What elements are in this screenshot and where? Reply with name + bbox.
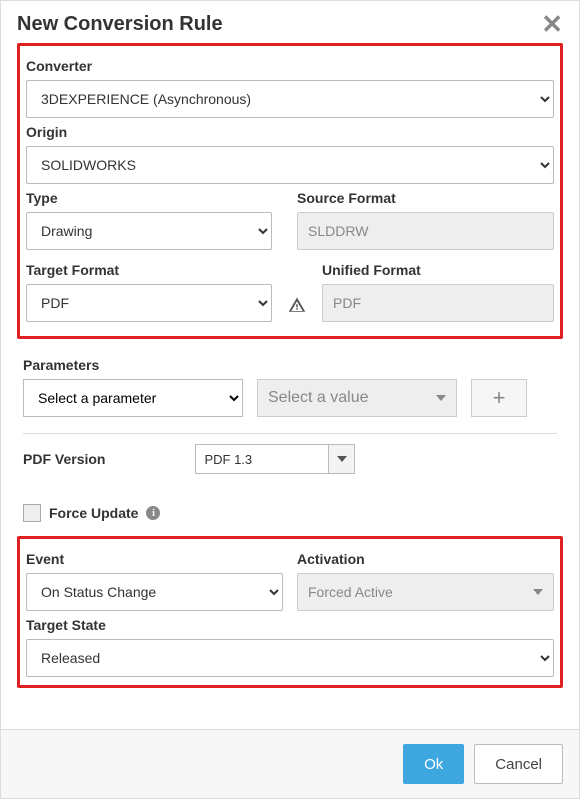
origin-select[interactable]: SOLIDWORKS: [26, 146, 554, 184]
target-state-label: Target State: [26, 617, 554, 633]
cancel-button[interactable]: Cancel: [474, 744, 563, 784]
type-label: Type: [26, 190, 283, 206]
target-format-select[interactable]: PDF: [26, 284, 272, 322]
force-update-checkbox[interactable]: [23, 504, 41, 522]
activation-label: Activation: [297, 551, 554, 567]
pdf-version-value: PDF 1.3: [196, 452, 328, 467]
unified-format-value: PDF: [333, 295, 361, 311]
type-select[interactable]: Drawing: [26, 212, 272, 250]
source-format-field: SLDDRW: [297, 212, 554, 250]
event-label: Event: [26, 551, 283, 567]
highlight-box-bottom: Event On Status Change Activation Forced…: [17, 536, 563, 688]
close-icon[interactable]: ✕: [541, 11, 563, 37]
event-select[interactable]: On Status Change: [26, 573, 283, 611]
force-update-label: Force Update: [49, 505, 138, 521]
parameters-section: Parameters Select a parameter Select a v…: [17, 343, 563, 536]
parameter-value-select: Select a value: [257, 379, 457, 417]
converter-select[interactable]: 3DEXPERIENCE (Asynchronous): [26, 80, 554, 118]
dialog-content: Converter 3DEXPERIENCE (Asynchronous) Or…: [1, 43, 579, 729]
info-icon[interactable]: i: [146, 506, 160, 520]
new-conversion-rule-dialog: New Conversion Rule ✕ Converter 3DEXPERI…: [0, 0, 580, 799]
parameter-value-placeholder: Select a value: [268, 389, 369, 407]
ok-button[interactable]: Ok: [403, 744, 464, 784]
target-state-select[interactable]: Released: [26, 639, 554, 677]
add-parameter-button[interactable]: +: [471, 379, 527, 417]
parameter-select[interactable]: Select a parameter: [23, 379, 243, 417]
activation-select: Forced Active: [297, 573, 554, 611]
chevron-down-icon[interactable]: [328, 445, 354, 473]
divider: [23, 433, 557, 434]
activation-value: Forced Active: [308, 584, 393, 600]
dialog-footer: Ok Cancel: [1, 729, 579, 798]
converter-label: Converter: [26, 58, 554, 74]
unified-format-label: Unified Format: [322, 262, 554, 278]
target-format-label: Target Format: [26, 262, 272, 278]
warning-icon: [286, 296, 308, 314]
pdf-version-combo[interactable]: PDF 1.3: [195, 444, 355, 474]
dialog-title: New Conversion Rule: [17, 13, 223, 36]
plus-icon: +: [493, 385, 506, 411]
source-format-value: SLDDRW: [308, 223, 368, 239]
source-format-label: Source Format: [297, 190, 554, 206]
parameters-label: Parameters: [23, 357, 557, 373]
unified-format-field: PDF: [322, 284, 554, 322]
pdf-version-label: PDF Version: [23, 451, 105, 467]
dialog-header: New Conversion Rule ✕: [1, 1, 579, 43]
highlight-box-top: Converter 3DEXPERIENCE (Asynchronous) Or…: [17, 43, 563, 339]
origin-label: Origin: [26, 124, 554, 140]
